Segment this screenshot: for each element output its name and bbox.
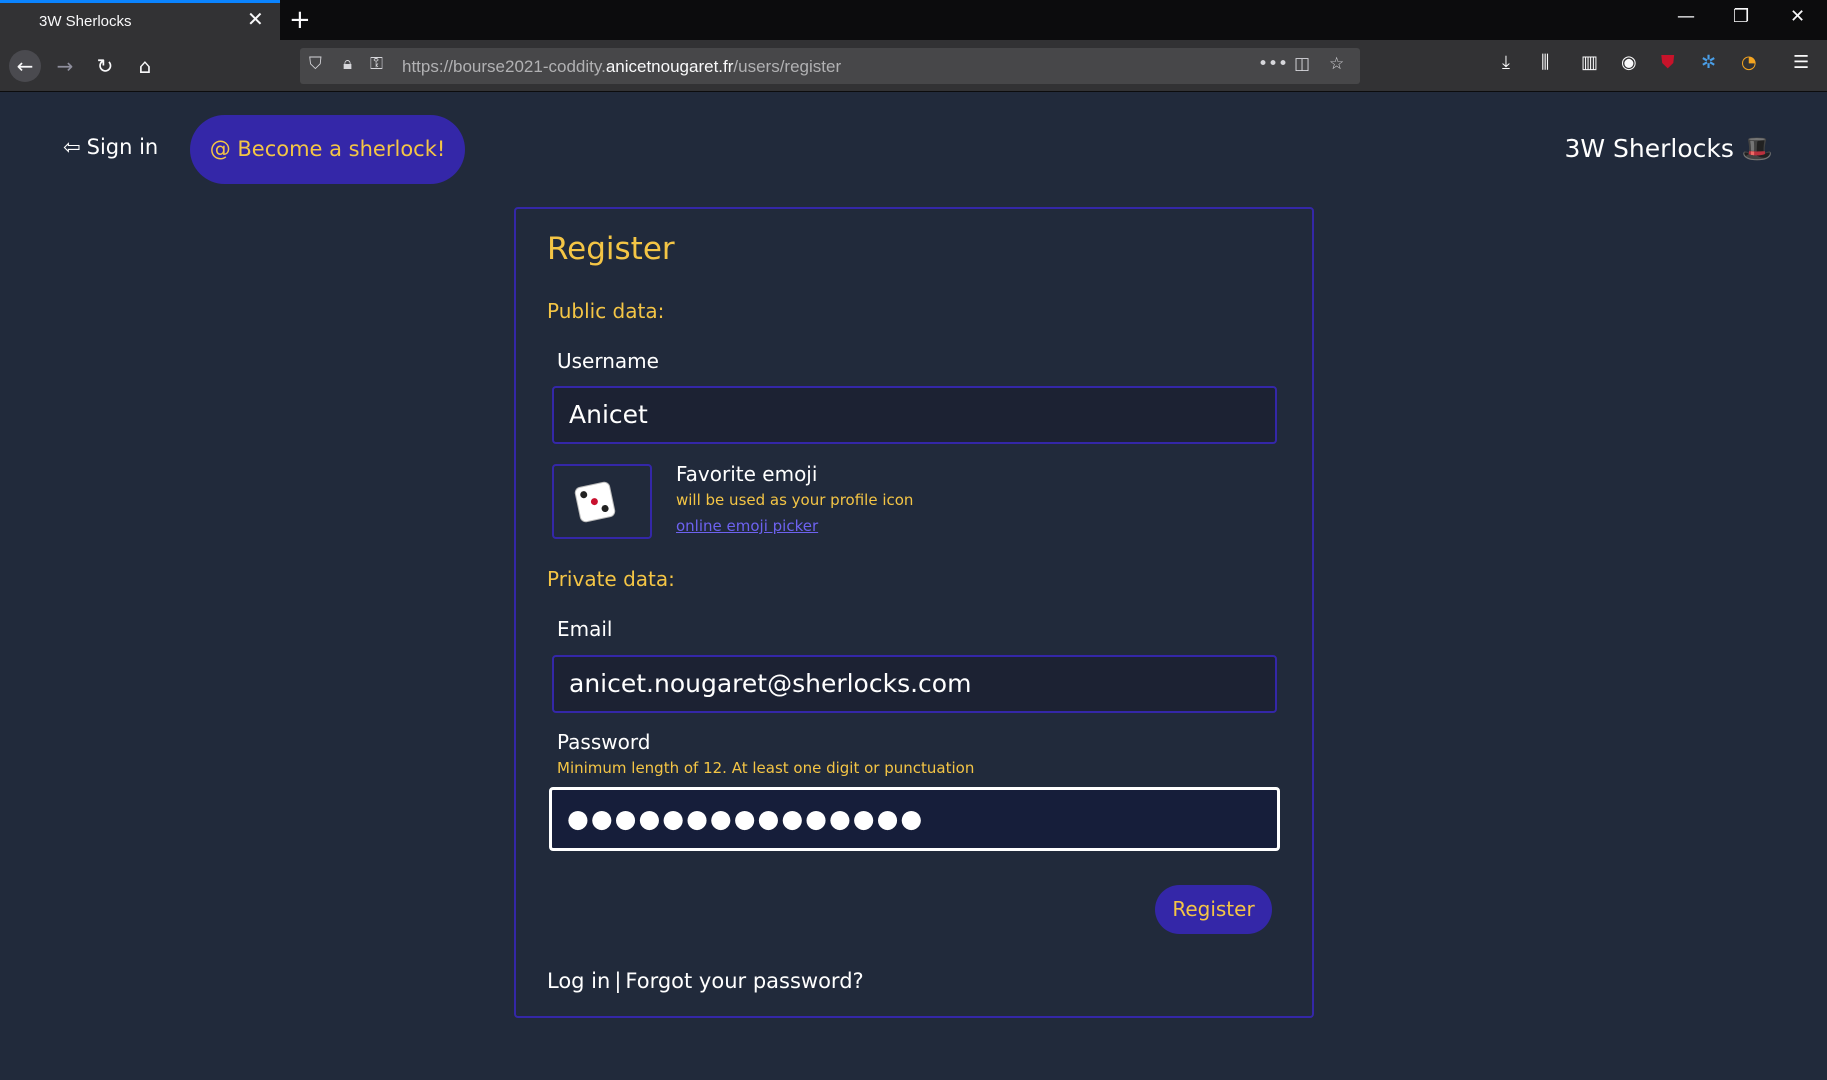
forgot-password-link[interactable]: Forgot your password?: [625, 969, 863, 993]
key-icon[interactable]: ⚿: [370, 54, 383, 74]
url-bar[interactable]: ⛉ 🔒︎ ⚿ https://bourse2021-coddity.anicet…: [300, 48, 1360, 84]
more-icon[interactable]: •••: [1258, 54, 1288, 74]
home-icon[interactable]: ⌂: [129, 50, 161, 82]
shield-icon[interactable]: ⛉: [309, 54, 322, 74]
back-icon[interactable]: ←: [9, 50, 41, 82]
ublock-icon[interactable]: ⛊: [1661, 52, 1675, 73]
footer-links: Log in | Forgot your password?: [547, 969, 864, 993]
sign-in-label: Sign in: [86, 135, 159, 159]
browser-toolbar: ← → ↻ ⌂ ⛉ 🔒︎ ⚿ https://bourse2021-coddit…: [0, 40, 1827, 92]
sign-in-link[interactable]: ⇦ Sign in: [63, 135, 158, 159]
emoji-field[interactable]: [552, 464, 652, 539]
password-field[interactable]: ●●●●●●●●●●●●●●●: [549, 787, 1280, 851]
email-field[interactable]: anicet.nougaret@sherlocks.com: [552, 655, 1277, 713]
lock-icon[interactable]: 🔒︎: [343, 54, 352, 74]
bookmark-star-icon[interactable]: ☆: [1329, 54, 1344, 74]
email-label: Email: [557, 617, 613, 641]
register-card: Register Public data: Username Anicet Fa…: [514, 207, 1314, 1018]
public-data-heading: Public data:: [547, 299, 665, 323]
password-hint: Minimum length of 12. At least one digit…: [557, 759, 975, 777]
register-button[interactable]: Register: [1155, 885, 1272, 934]
downloads-icon[interactable]: ⤓: [1502, 52, 1510, 73]
emoji-picker-link[interactable]: online emoji picker: [676, 517, 818, 535]
extension-icon[interactable]: ✲: [1701, 52, 1716, 73]
emoji-subtitle: will be used as your profile icon: [676, 491, 914, 509]
url-text[interactable]: https://bourse2021-coddity.anicetnougare…: [402, 57, 841, 77]
sidebar-icon[interactable]: ▥: [1581, 52, 1598, 73]
brand-title: 3W Sherlocks 🎩: [1564, 134, 1773, 163]
new-tab-icon[interactable]: +: [289, 4, 311, 36]
window-close-icon[interactable]: ✕: [1790, 6, 1805, 27]
private-data-heading: Private data:: [547, 567, 675, 591]
extension-g-icon[interactable]: ◔: [1741, 52, 1757, 73]
account-icon[interactable]: ◉: [1621, 52, 1637, 73]
emoji-title: Favorite emoji: [676, 462, 818, 486]
minimize-icon[interactable]: —: [1677, 6, 1695, 27]
menu-icon[interactable]: ☰: [1793, 52, 1809, 73]
library-icon[interactable]: ⫼: [1541, 52, 1549, 73]
browser-tab[interactable]: 3W Sherlocks ✕: [0, 0, 280, 40]
reload-icon[interactable]: ↻: [89, 50, 121, 82]
username-label: Username: [557, 349, 659, 373]
pocket-icon[interactable]: ◫: [1294, 54, 1310, 74]
password-label: Password: [557, 730, 651, 754]
page-title: Register: [547, 231, 675, 267]
become-sherlock-button[interactable]: @ Become a sherlock!: [190, 115, 465, 184]
log-in-link[interactable]: Log in: [547, 969, 610, 993]
link-separator: |: [614, 969, 622, 993]
username-field[interactable]: Anicet: [552, 386, 1277, 444]
restore-icon[interactable]: ❐: [1733, 6, 1749, 27]
die-icon: [573, 480, 617, 524]
tab-title: 3W Sherlocks: [39, 13, 132, 30]
close-tab-icon[interactable]: ✕: [247, 7, 264, 31]
sign-in-icon: ⇦: [63, 135, 81, 159]
browser-tabbar: 3W Sherlocks ✕ + — ❐ ✕: [0, 0, 1827, 40]
forward-icon[interactable]: →: [49, 50, 81, 82]
